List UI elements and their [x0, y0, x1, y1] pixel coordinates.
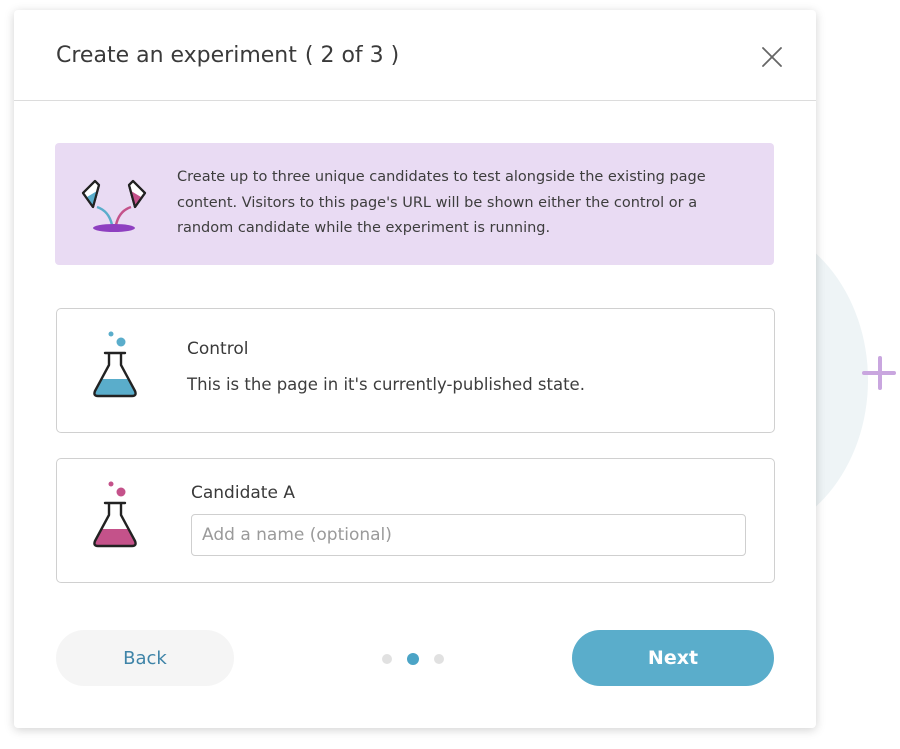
next-button[interactable]: Next: [572, 630, 774, 686]
candidate-a-card: Candidate A: [56, 458, 775, 583]
flask-pink-icon: [93, 481, 137, 548]
close-icon: [762, 47, 782, 67]
info-banner-text: Create up to three unique candidates to …: [177, 169, 706, 236]
modal-title-text: Create an experiment: [56, 43, 297, 68]
control-title: Control: [187, 339, 249, 359]
candidate-name-input[interactable]: [191, 514, 746, 556]
step-dots: [382, 653, 452, 665]
back-button[interactable]: Back: [56, 630, 234, 686]
pouring-flasks-icon: [81, 179, 147, 232]
info-banner: Create up to three unique candidates to …: [55, 143, 774, 265]
control-card: Control This is the page in it's current…: [56, 308, 775, 433]
step-dot-1[interactable]: [382, 654, 392, 664]
modal-header: Create an experiment ( 2 of 3 ): [14, 10, 816, 101]
create-experiment-modal: Create an experiment ( 2 of 3 ) Create up…: [14, 10, 816, 728]
candidate-a-title: Candidate A: [191, 483, 295, 503]
step-dot-2[interactable]: [407, 653, 419, 665]
flask-blue-icon: [93, 331, 137, 398]
modal-title: Create an experiment ( 2 of 3 ): [56, 43, 399, 68]
step-dot-3[interactable]: [434, 654, 444, 664]
control-description: This is the page in it's currently-publi…: [187, 375, 585, 394]
close-button[interactable]: [758, 43, 786, 71]
add-candidate-plus-icon[interactable]: [862, 356, 896, 390]
step-indicator-text: ( 2 of 3 ): [304, 43, 400, 68]
